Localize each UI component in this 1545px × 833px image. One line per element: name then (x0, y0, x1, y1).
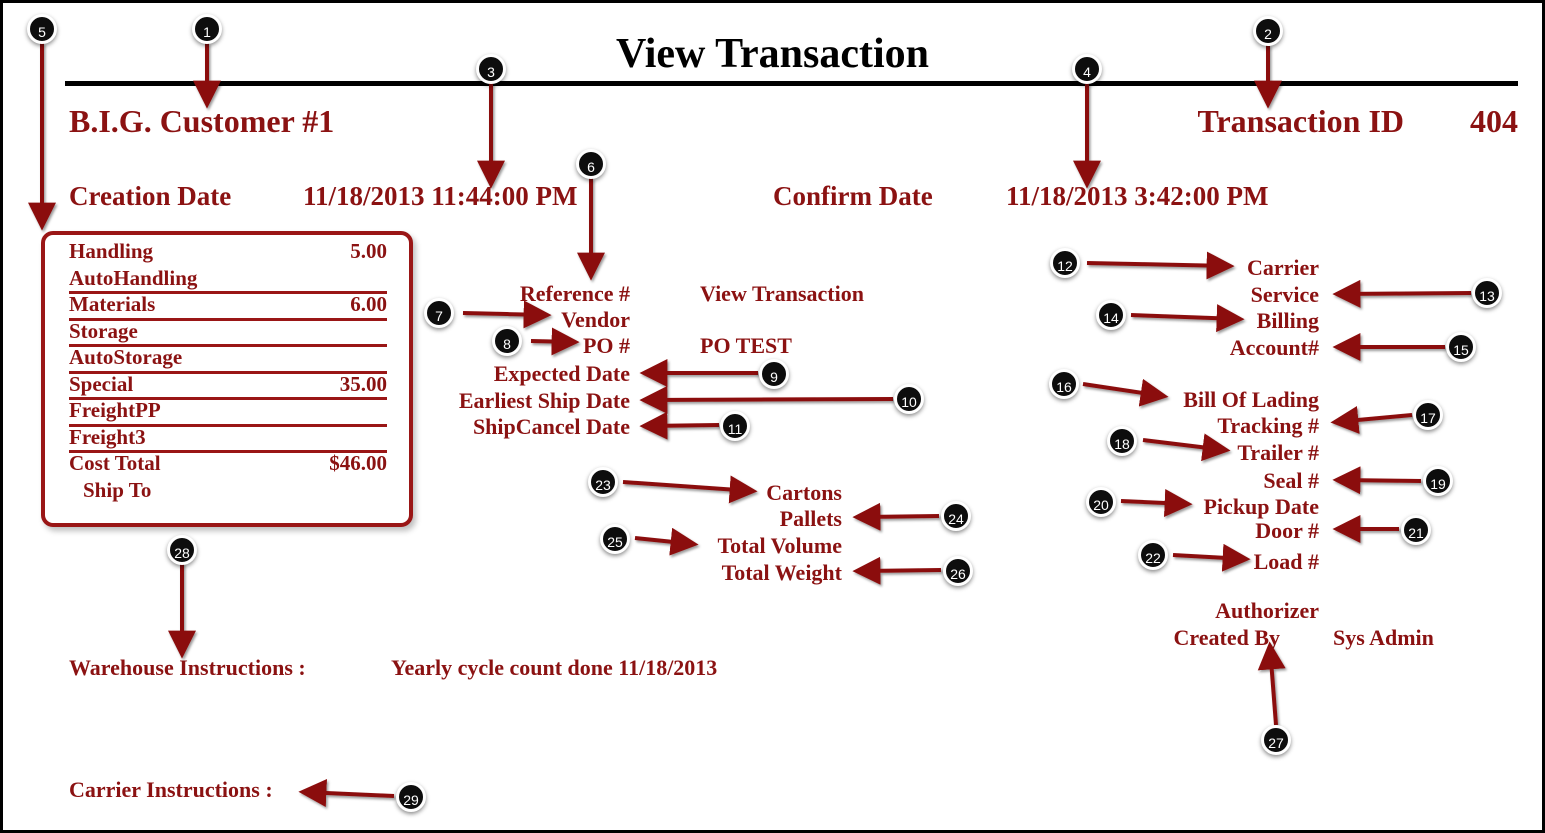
carrier-instructions-label: Carrier Instructions : (69, 777, 273, 802)
cost-row: Storage (69, 318, 387, 347)
callout-marker-12[interactable]: 12 (1050, 248, 1080, 278)
customer-name: B.I.G. Customer #1 (69, 103, 335, 139)
callout-marker-3[interactable]: 3 (476, 54, 506, 84)
callout-marker-29[interactable]: 29 (396, 782, 426, 812)
callout-marker-15[interactable]: 15 (1446, 332, 1476, 362)
cost-row: Special 35.00 (69, 371, 387, 400)
callout-marker-11[interactable]: 11 (720, 411, 750, 441)
field-label-door-number: Door # (1255, 518, 1319, 543)
field-label-account-number: Account# (1229, 335, 1319, 360)
cost-value: 35.00 (339, 371, 387, 396)
confirm-date-label: Confirm Date (773, 181, 933, 211)
cost-label: AutoStorage (69, 345, 183, 369)
field-label-cartons: Cartons (766, 480, 842, 505)
cost-total-row: Cost Total $46.00 (69, 451, 387, 480)
field-label-tracking-number: Tracking # (1217, 413, 1319, 438)
field-label-load-number: Load # (1253, 549, 1319, 574)
callout-marker-13[interactable]: 13 (1472, 278, 1502, 308)
creation-date-label: Creation Date (69, 181, 232, 211)
cost-label: Materials (69, 292, 156, 316)
warehouse-instructions-value: Yearly cycle count done 11/18/2013 (391, 655, 718, 680)
callout-marker-24[interactable]: 24 (941, 501, 971, 531)
cost-row: AutoHandling (69, 265, 387, 294)
callout-marker-2[interactable]: 2 (1253, 16, 1283, 46)
callout-marker-5[interactable]: 5 (27, 14, 57, 44)
field-label-earliest-ship-date: Earliest Ship Date (458, 388, 630, 413)
cost-label: Special (69, 371, 134, 396)
cost-label: AutoHandling (69, 265, 198, 290)
callout-marker-6[interactable]: 6 (576, 149, 606, 179)
cost-row: Freight3 (69, 424, 387, 453)
field-value-po-number: PO TEST (700, 333, 792, 358)
callout-marker-9[interactable]: 9 (759, 359, 789, 389)
creation-date-value: 11/18/2013 11:44:00 PM (303, 181, 578, 211)
cost-row: Materials 6.00 (69, 292, 387, 321)
field-label-pickup-date: Pickup Date (1203, 494, 1320, 519)
field-label-created-by: Created By (1173, 625, 1280, 650)
transaction-id-value: 404 (1470, 103, 1518, 139)
callout-marker-25[interactable]: 25 (600, 524, 630, 554)
cost-row: AutoStorage (69, 345, 387, 374)
field-label-service: Service (1250, 282, 1319, 307)
header-divider (65, 81, 1518, 86)
field-label-po-number: PO # (582, 333, 630, 358)
field-label-trailer-number: Trailer # (1237, 440, 1319, 465)
field-label-authorizer: Authorizer (1215, 598, 1319, 623)
callout-marker-22[interactable]: 22 (1138, 540, 1168, 570)
cost-total-value: $46.00 (329, 451, 387, 475)
confirm-date-value: 11/18/2013 3:42:00 PM (1006, 181, 1269, 211)
cost-row: Handling 5.00 (69, 239, 387, 268)
cost-label: Handling (69, 239, 154, 263)
callout-marker-10[interactable]: 10 (894, 384, 924, 414)
ship-to-row: Ship To (69, 477, 387, 507)
callout-marker-20[interactable]: 20 (1086, 487, 1116, 517)
view-transaction-document: View Transaction B.I.G. Customer #1 Tran… (0, 0, 1545, 833)
cost-label: FreightPP (69, 398, 161, 422)
callout-marker-14[interactable]: 14 (1096, 300, 1126, 330)
cost-row: FreightPP (69, 398, 387, 427)
field-label-carrier: Carrier (1246, 255, 1319, 280)
cost-value: 6.00 (350, 292, 387, 316)
transaction-id-label: Transaction ID (1197, 103, 1404, 139)
cost-total-label: Cost Total (69, 451, 161, 475)
callout-marker-7[interactable]: 7 (424, 298, 454, 328)
field-label-billing: Billing (1256, 308, 1319, 333)
cost-value: 5.00 (350, 239, 387, 263)
callout-marker-19[interactable]: 19 (1423, 466, 1453, 496)
field-label-vendor: Vendor (561, 307, 630, 332)
callout-marker-18[interactable]: 18 (1107, 426, 1137, 456)
callout-marker-27[interactable]: 27 (1261, 725, 1291, 755)
callout-marker-23[interactable]: 23 (588, 467, 618, 497)
cost-label: Freight3 (69, 424, 146, 449)
field-label-reference-number: Reference # (519, 281, 630, 306)
callout-marker-16[interactable]: 16 (1049, 369, 1079, 399)
cost-summary-box: Handling 5.00 AutoHandling Materials 6.0… (41, 231, 413, 527)
field-value-created-by: Sys Admin (1333, 625, 1434, 650)
field-label-total-weight: Total Weight (721, 560, 842, 585)
field-label-shipcancel-date: ShipCancel Date (472, 414, 630, 439)
callout-marker-21[interactable]: 21 (1401, 515, 1431, 545)
callout-marker-17[interactable]: 17 (1413, 400, 1443, 430)
ship-to-label: Ship To (83, 477, 152, 502)
field-label-bill-of-lading: Bill Of Lading (1183, 387, 1319, 412)
page-title: View Transaction (615, 31, 930, 77)
field-label-expected-date: Expected Date (493, 361, 630, 386)
callout-marker-26[interactable]: 26 (943, 556, 973, 586)
field-label-total-volume: Total Volume (717, 533, 842, 558)
callout-marker-28[interactable]: 28 (167, 535, 197, 565)
callout-marker-1[interactable]: 1 (192, 14, 222, 44)
warehouse-instructions-label: Warehouse Instructions : (69, 655, 306, 680)
field-value-reference-number: View Transaction (700, 281, 864, 306)
callout-marker-4[interactable]: 4 (1072, 54, 1102, 84)
callout-marker-8[interactable]: 8 (492, 326, 522, 356)
cost-label: Storage (69, 318, 138, 343)
field-label-seal-number: Seal # (1263, 468, 1319, 493)
field-label-pallets: Pallets (779, 506, 842, 531)
